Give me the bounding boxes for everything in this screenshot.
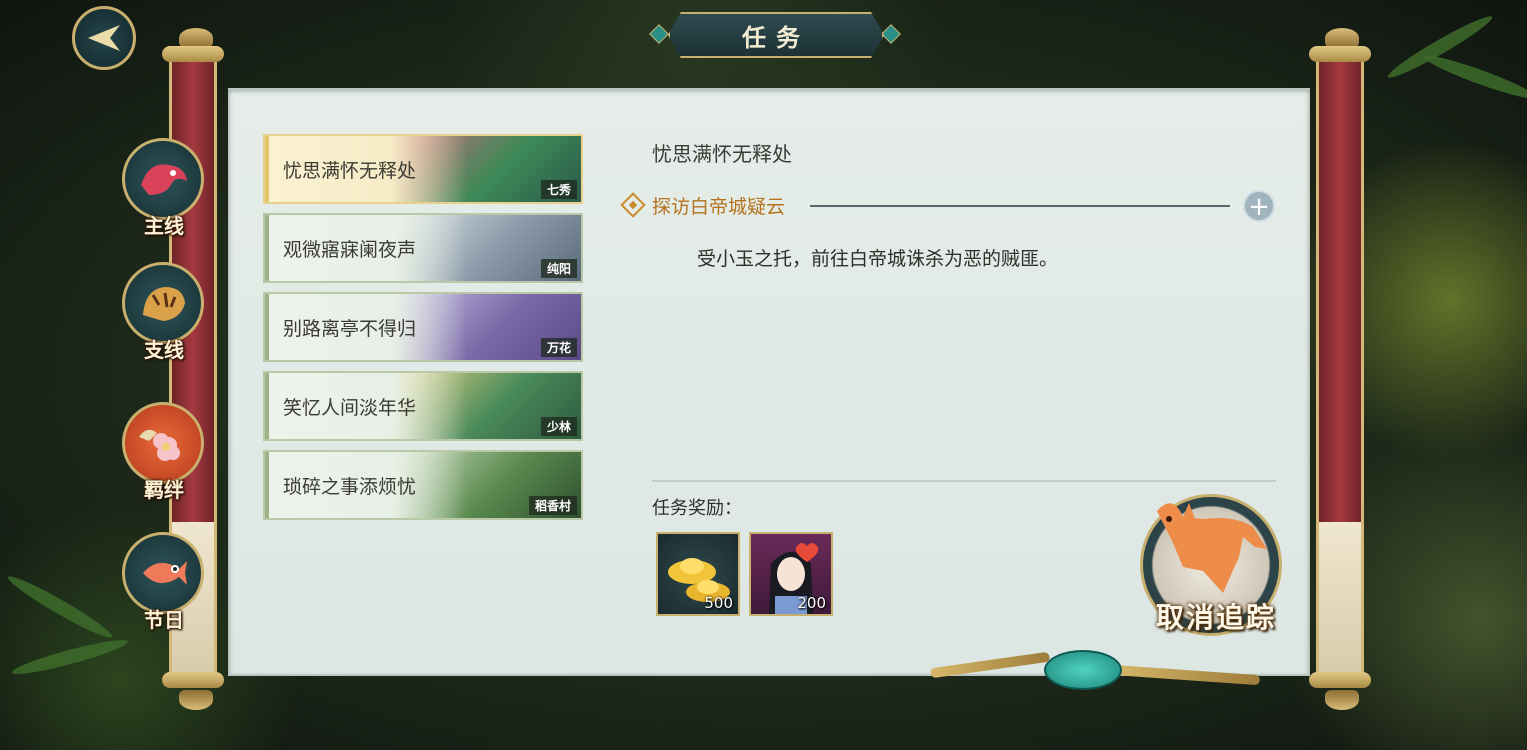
quest-list-item[interactable]: 观微寤寐阑夜声 纯阳 (263, 213, 583, 283)
cancel-tracking-label[interactable]: 取消追踪 (1136, 596, 1296, 636)
flower-bird-icon (122, 402, 204, 484)
quest-indicator-bar (265, 294, 269, 360)
quest-name: 笑忆人间淡年华 (283, 397, 417, 419)
category-label: 支线 (144, 338, 184, 362)
quest-name: 琐碎之事添烦忧 (283, 476, 417, 498)
quest-list-item[interactable]: 别路离亭不得归 万花 (263, 292, 583, 362)
page-title: 任务 (742, 23, 810, 52)
category-label: 主线 (144, 214, 184, 238)
reward-item-gold[interactable]: 500 (656, 532, 740, 616)
back-arrow-icon (88, 25, 120, 51)
left-roller-knob-bottom (179, 690, 213, 710)
right-roller-knob-top (1325, 28, 1359, 48)
quest-indicator-bar (265, 136, 269, 202)
quest-list-item[interactable]: 忧思满怀无释处 七秀 (263, 134, 583, 204)
category-tab-festival[interactable]: 节日 (118, 532, 210, 644)
fish-icon (122, 532, 204, 614)
reward-item-character[interactable]: 200 (749, 532, 833, 616)
right-scroll-roller (1316, 62, 1364, 522)
category-tab-main[interactable]: 主线 (118, 138, 210, 250)
quest-indicator-bar (265, 452, 269, 518)
right-roller-cap-bottom (1309, 672, 1371, 688)
dragon-icon (122, 138, 204, 220)
reward-label: 任务奖励： (652, 498, 742, 519)
quest-list-item[interactable]: 琐碎之事添烦忧 稻香村 (263, 450, 583, 520)
quest-faction-tag: 万花 (540, 338, 577, 357)
right-roller-knob-bottom (1325, 690, 1359, 710)
quest-indicator-bar (265, 373, 269, 439)
reward-divider (652, 480, 1276, 482)
quest-description: 受小玉之托，前往白帝城诛杀为恶的贼匪。 (697, 248, 1059, 270)
reward-count: 500 (704, 594, 733, 612)
objective-diamond-icon (620, 192, 646, 218)
quest-list-item[interactable]: 笑忆人间淡年华 少林 (263, 371, 583, 441)
tiger-icon (122, 262, 204, 344)
right-roller-inner (1316, 522, 1364, 672)
left-roller-cap-top (162, 46, 224, 62)
objective-divider (810, 205, 1230, 207)
jade-ornament-icon (1044, 650, 1122, 690)
quest-name: 观微寤寐阑夜声 (283, 239, 417, 261)
category-label: 节日 (144, 608, 184, 632)
right-roller-cap-top (1309, 46, 1371, 62)
category-tab-side[interactable]: 支线 (118, 262, 210, 374)
quest-name: 忧思满怀无释处 (283, 160, 417, 182)
left-roller-cap-bottom (162, 672, 224, 688)
title-plaque: 任务 (668, 12, 884, 58)
quest-faction-tag: 纯阳 (540, 259, 577, 278)
quest-faction-tag: 少林 (540, 417, 577, 436)
category-label: 羁绊 (144, 478, 184, 502)
left-roller-knob-top (179, 28, 213, 48)
objective-row: 探访白帝城疑云 + (620, 190, 1275, 222)
quest-name: 别路离亭不得归 (283, 318, 417, 340)
quest-indicator-bar (265, 215, 269, 281)
back-button[interactable] (72, 6, 136, 70)
objective-text[interactable]: 探访白帝城疑云 (652, 192, 785, 219)
quest-faction-tag: 稻香村 (528, 496, 577, 515)
quest-faction-tag: 七秀 (540, 180, 577, 199)
category-tab-bond[interactable]: 羁绊 (118, 402, 210, 514)
expand-plus-button[interactable]: + (1243, 190, 1275, 222)
reward-count: 200 (797, 594, 826, 612)
quest-detail-title: 忧思满怀无释处 (652, 142, 792, 166)
